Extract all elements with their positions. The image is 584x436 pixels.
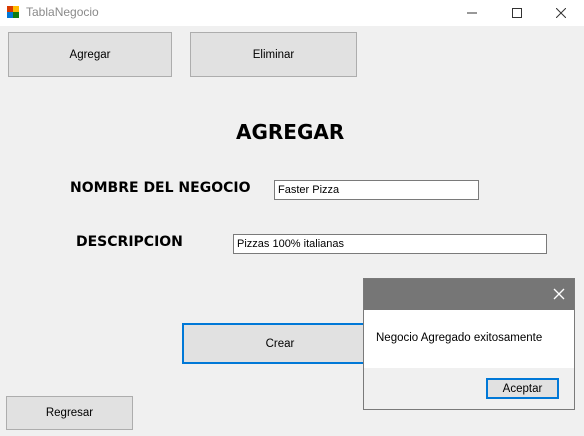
regresar-button[interactable]: Regresar [6, 396, 133, 430]
dialog-message: Negocio Agregado exitosamente [376, 332, 543, 344]
agregar-button[interactable]: Agregar [8, 32, 172, 77]
close-icon [556, 8, 566, 18]
minimize-icon [467, 12, 477, 14]
minimize-button[interactable] [452, 0, 492, 26]
close-button[interactable] [541, 0, 581, 26]
eliminar-button[interactable]: Eliminar [190, 32, 357, 77]
page-title: AGREGAR [236, 120, 345, 144]
maximize-button[interactable] [497, 0, 537, 26]
nombre-input[interactable]: Faster Pizza [274, 180, 479, 200]
app-form-icon [7, 6, 19, 18]
crear-button[interactable]: Crear [182, 323, 378, 364]
dialog-footer: Aceptar [364, 368, 574, 409]
aceptar-button[interactable]: Aceptar [486, 378, 559, 399]
message-dialog: Negocio Agregado exitosamente Aceptar [363, 278, 575, 410]
close-icon[interactable] [552, 287, 566, 301]
descripcion-input[interactable]: Pizzas 100% italianas [233, 234, 547, 254]
window-title: TablaNegocio [26, 5, 99, 19]
window-titlebar[interactable]: TablaNegocio [0, 0, 584, 26]
descripcion-label: DESCRIPCION [76, 234, 183, 250]
maximize-icon [512, 8, 522, 18]
dialog-header [364, 279, 574, 310]
nombre-label: NOMBRE DEL NEGOCIO [70, 180, 251, 196]
